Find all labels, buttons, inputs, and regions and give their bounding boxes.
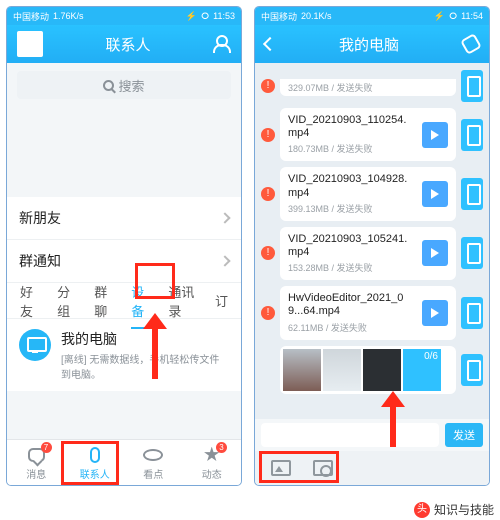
device-my-computer[interactable]: 我的电脑 [离线] 无需数据线，手机轻松传文件到电脑。 bbox=[7, 319, 241, 391]
badge: 3 bbox=[216, 442, 227, 453]
header-my-computer: 我的电脑 bbox=[255, 25, 489, 63]
send-button[interactable]: 发送 bbox=[445, 423, 483, 447]
device-badge-icon bbox=[461, 178, 483, 210]
avatar[interactable] bbox=[17, 31, 43, 57]
search-placeholder: 搜索 bbox=[118, 76, 144, 95]
empty-space bbox=[7, 107, 241, 197]
nav-contacts[interactable]: 联系人 bbox=[66, 440, 125, 485]
row-group-notice[interactable]: 群通知 bbox=[7, 240, 241, 283]
device-badge-icon bbox=[461, 297, 483, 329]
contacts-icon bbox=[90, 447, 100, 463]
page-title: 联系人 bbox=[43, 34, 213, 55]
nav-kandian[interactable]: 看点 bbox=[124, 440, 183, 485]
video-file-icon bbox=[422, 122, 448, 148]
tab-devices[interactable]: 设备 bbox=[122, 282, 159, 320]
warning-icon[interactable]: ! bbox=[261, 306, 275, 320]
chat-input-bar: 发送 bbox=[255, 419, 489, 451]
watermark: 头 知识与技能 bbox=[414, 501, 494, 518]
chevron-right-icon bbox=[219, 255, 230, 266]
tab-more[interactable]: 订 bbox=[206, 291, 237, 310]
status-bar: 中国移动1.76K/s ⚡ⵔ11:53 bbox=[7, 7, 241, 25]
search-input[interactable]: 搜索 bbox=[17, 71, 231, 99]
chevron-right-icon bbox=[219, 212, 230, 223]
image-thumb[interactable] bbox=[283, 349, 321, 391]
warning-icon[interactable]: ! bbox=[261, 79, 275, 93]
search-icon bbox=[103, 80, 114, 91]
message-input[interactable] bbox=[261, 423, 439, 447]
nav-moments[interactable]: 动态 3 bbox=[183, 440, 242, 485]
message-images[interactable]: 0/6 bbox=[255, 343, 489, 397]
device-badge-icon bbox=[461, 70, 483, 102]
computer-icon bbox=[19, 329, 51, 361]
camera-icon[interactable] bbox=[313, 460, 333, 476]
phone-left: 中国移动1.76K/s ⚡ⵔ11:53 联系人 搜索 新朋友 群通知 好友 分组… bbox=[6, 6, 242, 486]
device-subtitle: [离线] 无需数据线，手机轻松传文件到电脑。 bbox=[61, 351, 229, 381]
toutiao-logo-icon: 头 bbox=[414, 502, 430, 518]
device-badge-icon bbox=[461, 237, 483, 269]
image-thumb[interactable] bbox=[323, 349, 361, 391]
tab-group-chat[interactable]: 群聊 bbox=[85, 282, 122, 320]
header-contacts: 联系人 bbox=[7, 25, 241, 63]
image-more[interactable]: 0/6 bbox=[403, 349, 441, 391]
attachment-row bbox=[255, 451, 489, 485]
video-file-icon bbox=[422, 300, 448, 326]
nav-messages[interactable]: 消息 7 bbox=[7, 440, 66, 485]
page-title: 我的电脑 bbox=[275, 34, 463, 55]
bottom-nav: 消息 7 联系人 看点 动态 3 bbox=[7, 439, 241, 485]
contacts-tabs: 好友 分组 群聊 设备 通讯录 订 bbox=[7, 283, 241, 319]
gallery-icon[interactable] bbox=[271, 460, 291, 476]
warning-icon[interactable]: ! bbox=[261, 246, 275, 260]
status-bar: 中国移动20.1K/s ⚡ⵔ11:54 bbox=[255, 7, 489, 25]
badge: 7 bbox=[41, 442, 52, 453]
add-contact-icon[interactable] bbox=[213, 35, 231, 53]
message-file[interactable]: ! VID_20210903_110254.mp4180.73MB / 发送失败 bbox=[255, 105, 489, 164]
eye-icon bbox=[143, 449, 163, 461]
message-file[interactable]: ! VID_20210903_105241.mp4153.28MB / 发送失败 bbox=[255, 224, 489, 283]
call-icon[interactable] bbox=[460, 33, 482, 55]
device-badge-icon bbox=[461, 119, 483, 151]
message-file[interactable]: ! HwVideoEditor_2021_09...64.mp462.11MB … bbox=[255, 283, 489, 342]
phone-right: 中国移动20.1K/s ⚡ⵔ11:54 我的电脑 ! 329.07MB / 发送… bbox=[254, 6, 490, 486]
warning-icon[interactable]: ! bbox=[261, 128, 275, 142]
video-file-icon bbox=[422, 240, 448, 266]
image-thumb[interactable] bbox=[363, 349, 401, 391]
message-file[interactable]: ! VID_20210903_104928.mp4399.13MB / 发送失败 bbox=[255, 164, 489, 223]
tab-address-book[interactable]: 通讯录 bbox=[159, 282, 206, 320]
video-file-icon bbox=[422, 181, 448, 207]
warning-icon[interactable]: ! bbox=[261, 187, 275, 201]
tab-groups[interactable]: 分组 bbox=[48, 282, 85, 320]
tab-friends[interactable]: 好友 bbox=[11, 282, 48, 320]
chat-body[interactable]: ! 329.07MB / 发送失败 ! VID_20210903_110254.… bbox=[255, 63, 489, 419]
row-new-friends[interactable]: 新朋友 bbox=[7, 197, 241, 240]
device-title: 我的电脑 bbox=[61, 329, 229, 349]
device-badge-icon bbox=[461, 354, 483, 386]
